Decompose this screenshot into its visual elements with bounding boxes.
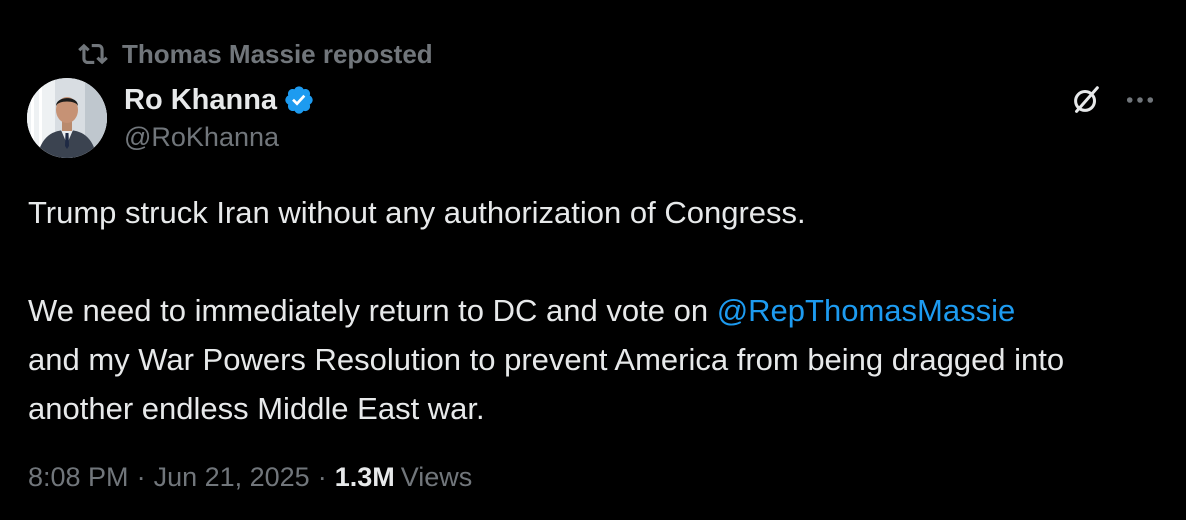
author-handle[interactable]: @RoKhanna xyxy=(124,122,315,153)
views-count[interactable]: 1.3M xyxy=(335,462,395,493)
views-label: Views xyxy=(400,462,473,492)
tweet-meta: 8:08 PM · Jun 21, 2025 · 1.3M Views xyxy=(28,462,472,493)
repost-icon xyxy=(78,39,108,69)
meta-separator: · xyxy=(136,462,146,492)
tweet-top-actions xyxy=(1068,82,1158,118)
tweet-date[interactable]: Jun 21, 2025 xyxy=(154,462,310,493)
meta-separator: · xyxy=(317,462,327,492)
mention-link[interactable]: @RepThomasMassie xyxy=(717,293,1016,328)
author-info: Ro Khanna @RoKhanna xyxy=(124,80,315,153)
grok-icon[interactable] xyxy=(1068,82,1104,118)
tweet-time[interactable]: 8:08 PM xyxy=(28,462,129,493)
author-avatar[interactable] xyxy=(27,78,107,158)
tweet-paragraph-2: We need to immediately return to DC and … xyxy=(28,286,1158,433)
repost-label: Thomas Massie reposted xyxy=(122,38,433,69)
tweet-paragraph-2-suffix: and my War Powers Resolution to prevent … xyxy=(28,342,1065,426)
more-options-icon[interactable] xyxy=(1122,82,1158,118)
tweet-paragraph-2-prefix: We need to immediately return to DC and … xyxy=(28,293,717,328)
author-display-name[interactable]: Ro Khanna xyxy=(124,84,277,117)
tweet-paragraph-1: Trump struck Iran without any authorizat… xyxy=(28,195,806,230)
verified-badge-icon[interactable] xyxy=(283,84,315,116)
tweet-text: Trump struck Iran without any authorizat… xyxy=(28,188,1158,433)
repost-indicator[interactable]: Thomas Massie reposted xyxy=(78,38,433,70)
